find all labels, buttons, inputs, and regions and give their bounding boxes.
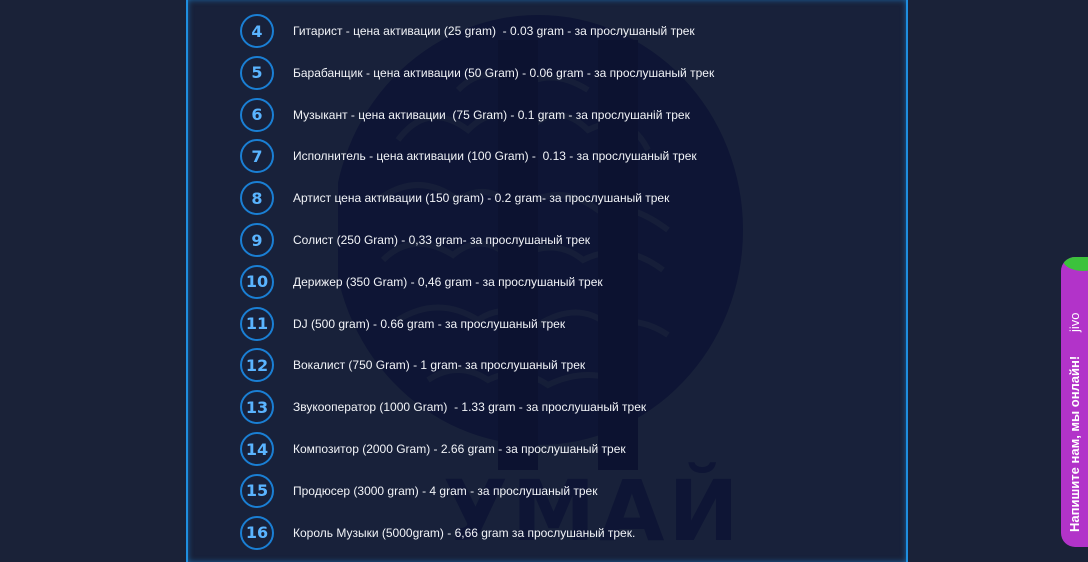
level-number-badge: 5 [240,55,274,90]
level-description: Музыкант - цена активации (75 Gram) - 0.… [293,107,690,122]
level-number-badge: 15 [240,473,274,508]
level-description: Гитарист - цена активации (25 gram) - 0.… [293,24,695,38]
level-description: Композитор (2000 Gram) - 2.66 gram - за … [293,442,626,456]
level-row: 15 Продюсер (3000 gram) - 4 gram - за про… [240,471,840,511]
content-panel: УМАЙ 4 Гитарист - цена активации (25 gram… [186,0,908,562]
chat-status-indicator [1063,257,1088,271]
level-number-badge: 16 [240,515,274,550]
jivo-chat-widget[interactable]: jivo Напишите нам, мы онлайн! [1061,257,1088,547]
chat-label[interactable]: Напишите нам, мы онлайн! [1067,356,1082,532]
level-number-badge: 12 [240,348,274,383]
level-description: Солист (250 Gram) - 0,33 gram- за прослу… [293,233,591,247]
level-description: Продюсер (3000 gram) - 4 gram - за просл… [293,483,598,498]
level-number-badge: 9 [240,223,274,257]
level-number-badge: 4 [240,14,274,48]
level-description: DJ (500 gram) - 0.66 gram - за прослушан… [293,316,566,331]
level-number-badge: 8 [240,181,274,216]
level-number-badge: 7 [240,139,274,174]
level-description: Король Музыки (5000gram) - 6,66 gram за … [293,525,636,540]
level-row: 10 Дерижер (350 Gram) - 0,46 gram - за пр… [240,262,840,302]
level-row: 12 Вокалист (750 Gram) - 1 gram- за просл… [240,345,840,385]
level-description: Барабанщик - цена активации (50 Gram) - … [293,65,715,80]
level-row: 16 Король Музыки (5000gram) - 6,66 gram з… [240,513,840,553]
level-row: 13 Звукооператор (1000 Gram) - 1.33 gram … [240,387,840,427]
level-number-badge: 11 [240,306,274,341]
level-description: Вокалист (750 Gram) - 1 gram- за прослуш… [293,358,586,373]
level-description: Звукооператор (1000 Gram) - 1.33 gram - … [293,400,647,415]
level-row: 4 Гитарист - цена активации (25 gram) - 0… [240,11,840,51]
level-description: Исполнитель - цена активации (100 Gram) … [293,149,697,164]
level-row: 9 Солист (250 Gram) - 0,33 gram- за просл… [240,220,840,260]
level-row: 14 Композитор (2000 Gram) - 2.66 gram - з… [240,429,840,469]
level-row: 7 Исполнитель - цена активации (100 Gram)… [240,136,840,176]
level-number-badge: 10 [240,264,274,299]
level-number-badge: 6 [240,97,274,132]
level-number-badge: 13 [240,390,274,425]
level-row: 8 Артист цена активации (150 gram) - 0.2 … [240,178,840,218]
level-row: 6 Музыкант - цена активации (75 Gram) - 0… [240,95,840,135]
jivo-brand: jivo [1067,312,1082,333]
level-description: Артист цена активации (150 gram) - 0.2 g… [293,191,670,206]
level-description: Дерижер (350 Gram) - 0,46 gram - за прос… [293,274,603,289]
level-row: 11 DJ (500 gram) - 0.66 gram - за прослуш… [240,304,840,344]
level-row: 5 Барабанщик - цена активации (50 Gram) -… [240,53,840,93]
level-number-badge: 14 [240,432,274,466]
chat-label-container[interactable]: jivo Напишите нам, мы онлайн! [1061,277,1088,547]
